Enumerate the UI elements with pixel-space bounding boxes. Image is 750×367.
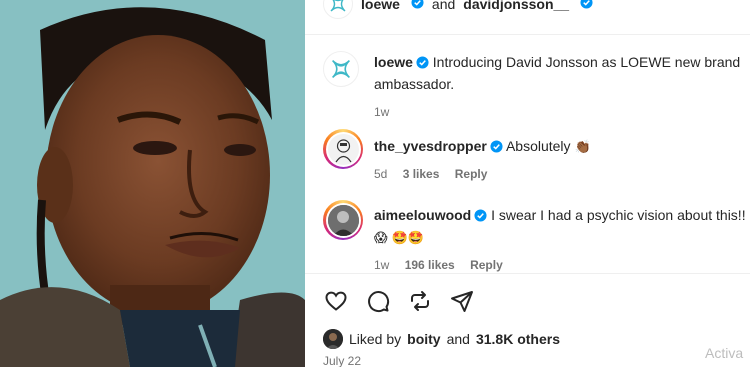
clapping-hands-icon: 👏🏾 — [574, 140, 591, 155]
comment-username[interactable]: the_yvesdropper — [374, 138, 487, 154]
comment-likes[interactable]: 196 likes — [405, 258, 455, 272]
loewe-anagram-icon — [332, 60, 350, 78]
post-header: loewe and davidjonsson__ — [323, 0, 593, 19]
user-photo — [327, 204, 359, 236]
liked-by-conjunction: and — [446, 331, 470, 347]
loewe-anagram-icon — [330, 0, 346, 12]
liked-by-others[interactable]: 31.8K others — [476, 331, 560, 347]
header-collaborator[interactable]: davidjonsson__ — [463, 0, 569, 12]
reply-button[interactable]: Reply — [470, 258, 503, 272]
actions-divider — [305, 273, 750, 274]
comments-panel: loewe and davidjonsson__ loewe Introduci… — [305, 0, 750, 367]
likes-summary: Liked by boity and 31.8K others — [323, 329, 560, 349]
story-ring — [323, 200, 363, 240]
repost-icon[interactable] — [407, 288, 433, 314]
header-account[interactable]: loewe — [361, 0, 400, 12]
caption-meta: 1w — [374, 102, 750, 122]
comment-meta: 1w 196 likes Reply — [374, 255, 750, 275]
caption-time[interactable]: 1w — [374, 105, 389, 119]
shocked-starstruck-emoji-icon: 😱 🤩🤩 — [374, 231, 425, 246]
comment-username[interactable]: aimeelouwood — [374, 207, 471, 223]
liker-avatar[interactable] — [323, 329, 343, 349]
loewe-avatar[interactable] — [323, 0, 353, 19]
comment-time[interactable]: 5d — [374, 167, 387, 181]
caption-text: Introducing David Jonsson as LOEWE new b… — [374, 54, 741, 92]
header-divider — [305, 34, 750, 35]
verified-icon — [416, 54, 429, 74]
share-icon[interactable] — [449, 288, 475, 314]
post-photo[interactable] — [0, 0, 305, 367]
user-photo — [335, 138, 351, 162]
reply-button[interactable]: Reply — [455, 167, 488, 181]
verified-icon — [474, 207, 487, 227]
comment-text: Absolutely — [505, 138, 571, 154]
comment-icon[interactable] — [365, 288, 391, 314]
comment-text: I swear I had a psychic vision about thi… — [491, 207, 746, 223]
verified-icon — [411, 0, 424, 12]
header-connector: and — [431, 0, 456, 12]
liked-by-prefix: Liked by — [349, 331, 402, 347]
commenter-avatar[interactable] — [323, 200, 363, 240]
activation-watermark: Activa — [705, 345, 744, 361]
comment-likes[interactable]: 3 likes — [403, 167, 440, 181]
caption-username[interactable]: loewe — [374, 54, 413, 70]
liked-by-user[interactable]: boity — [407, 331, 440, 347]
verified-icon — [490, 138, 503, 158]
loewe-avatar[interactable] — [323, 51, 359, 87]
comment-meta: 5d 3 likes Reply — [374, 164, 750, 184]
verified-icon — [580, 0, 593, 12]
action-bar — [323, 288, 475, 314]
portrait-image — [0, 0, 305, 367]
post-date[interactable]: July 22 — [323, 354, 361, 367]
heart-icon[interactable] — [323, 288, 349, 314]
comment-time[interactable]: 1w — [374, 258, 389, 272]
commenter-avatar[interactable] — [323, 129, 363, 169]
story-ring — [323, 129, 363, 169]
